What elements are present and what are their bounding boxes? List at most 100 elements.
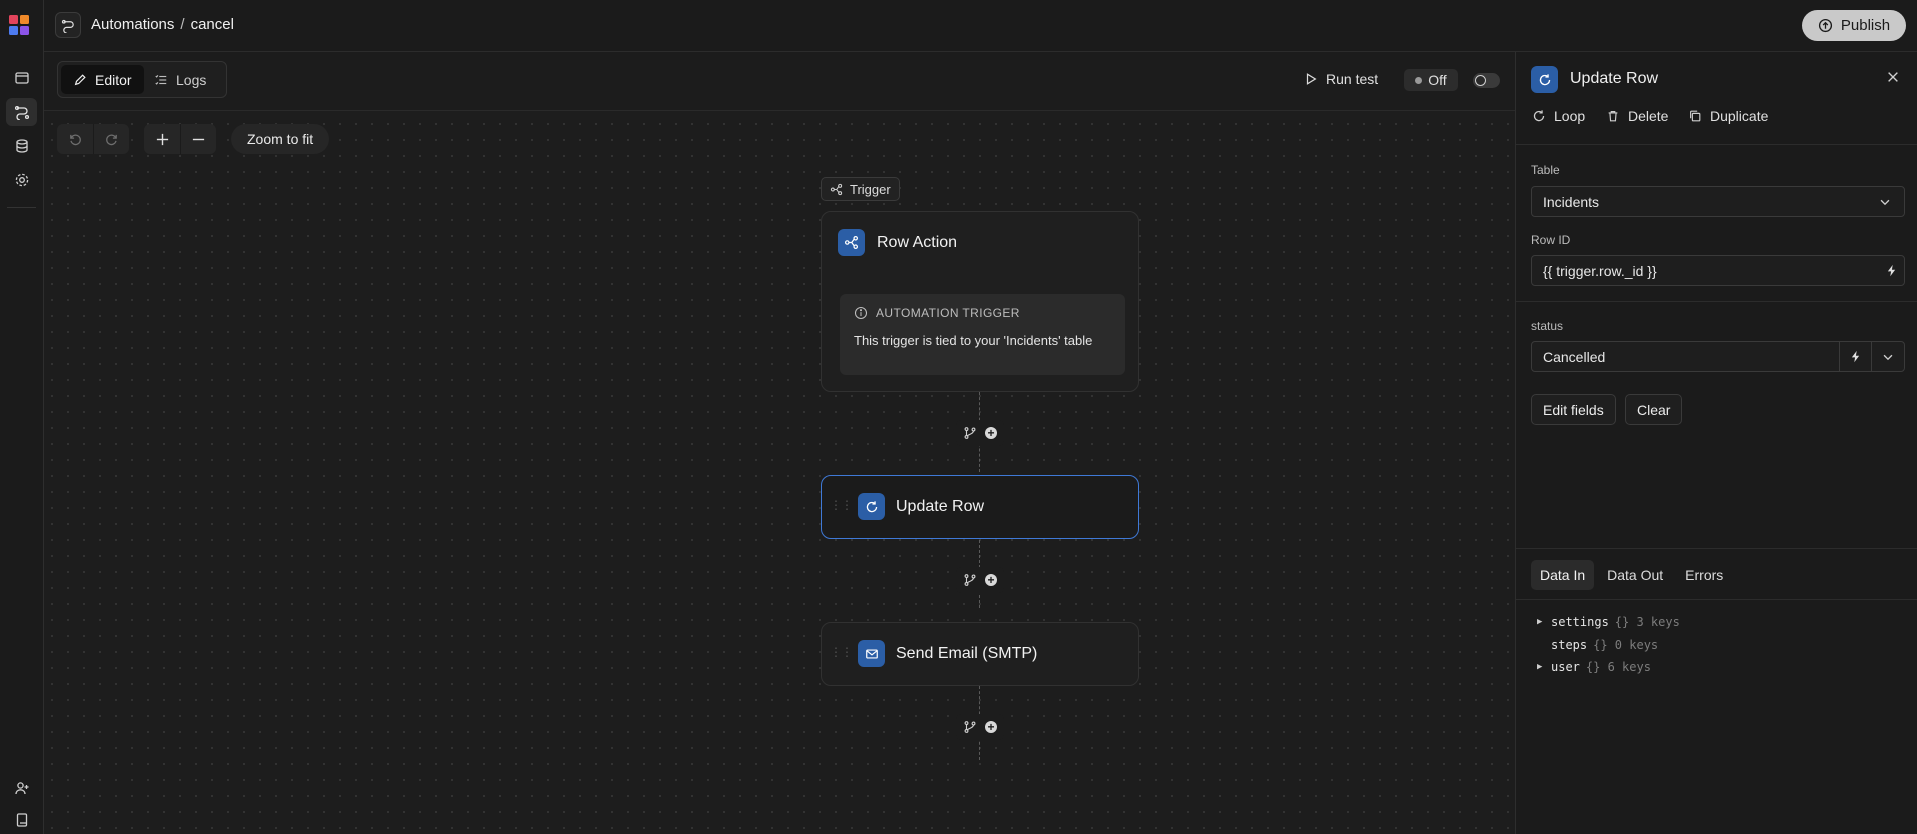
rail-data-button[interactable] bbox=[6, 132, 37, 160]
status-dot bbox=[1415, 76, 1423, 84]
delete-label: Delete bbox=[1628, 108, 1669, 124]
minus-icon bbox=[191, 132, 206, 147]
delete-button[interactable]: Delete bbox=[1606, 108, 1668, 124]
tab-logs-label: Logs bbox=[176, 71, 207, 88]
mail-icon bbox=[858, 640, 885, 667]
redo-icon bbox=[104, 132, 119, 147]
status-field-label: status bbox=[1531, 319, 1564, 333]
rail-docs-button[interactable] bbox=[6, 806, 37, 834]
loop-label: Loop bbox=[1554, 108, 1586, 124]
breadcrumb: Automations / cancel bbox=[91, 16, 234, 33]
chevron-down-icon bbox=[1878, 187, 1892, 216]
add-step-controls: + bbox=[956, 567, 1004, 593]
branch-add-icon[interactable] bbox=[963, 720, 977, 734]
trigger-info-heading-label: AUTOMATION TRIGGER bbox=[876, 306, 1020, 320]
panel-divider bbox=[1516, 548, 1917, 549]
publish-button[interactable]: Publish bbox=[1802, 10, 1906, 41]
undo-button[interactable] bbox=[57, 124, 93, 154]
drag-handle-icon[interactable]: ⋮⋮ bbox=[830, 645, 853, 659]
chevron-down-icon[interactable] bbox=[1871, 342, 1904, 371]
loop-icon bbox=[1532, 109, 1546, 123]
tree-node-settings[interactable]: ▶ settings {} 3 keys bbox=[1537, 615, 1680, 629]
plus-icon bbox=[155, 132, 170, 147]
tree-meta: {} 0 keys bbox=[1593, 638, 1659, 652]
run-test-label: Run test bbox=[1326, 71, 1379, 87]
tab-logs[interactable]: Logs bbox=[142, 65, 218, 94]
left-rail bbox=[0, 0, 44, 834]
trigger-badge-label: Trigger bbox=[850, 181, 891, 197]
step-settings-panel: Update Row Loop Delete Duplicate Table I… bbox=[1515, 52, 1917, 834]
add-step-controls: + bbox=[956, 714, 1004, 740]
tab-editor-label: Editor bbox=[95, 71, 132, 88]
tab-editor[interactable]: Editor bbox=[61, 65, 144, 94]
close-icon[interactable] bbox=[1886, 70, 1900, 84]
automations-icon bbox=[14, 104, 30, 120]
automation-trigger-info: AUTOMATION TRIGGER This trigger is tied … bbox=[840, 294, 1125, 375]
status-badge: Off bbox=[1404, 69, 1458, 91]
branch-add-icon[interactable] bbox=[963, 573, 977, 587]
duplicate-label: Duplicate bbox=[1710, 108, 1769, 124]
automation-canvas[interactable]: Editor Logs Run test Off Zoom to fit Tri… bbox=[44, 52, 1515, 834]
row-id-label: Row ID bbox=[1531, 233, 1571, 247]
binding-lightning-icon[interactable] bbox=[1839, 342, 1871, 371]
refresh-icon bbox=[858, 493, 885, 520]
panel-divider bbox=[1516, 301, 1917, 302]
duplicate-button[interactable]: Duplicate bbox=[1688, 108, 1768, 124]
row-id-input[interactable]: {{ trigger.row._id }} bbox=[1531, 255, 1905, 286]
publish-icon bbox=[1818, 18, 1833, 33]
run-test-button[interactable]: Run test bbox=[1304, 71, 1378, 87]
add-step-icon[interactable]: + bbox=[985, 574, 997, 586]
top-bar: Automations / cancel Publish bbox=[44, 0, 1917, 52]
zoom-to-fit-button[interactable]: Zoom to fit bbox=[231, 124, 330, 154]
automations-icon bbox=[61, 18, 76, 33]
clear-button[interactable]: Clear bbox=[1625, 394, 1683, 425]
add-step-icon[interactable]: + bbox=[985, 427, 997, 439]
update-row-node[interactable]: ⋮⋮ Update Row bbox=[821, 475, 1139, 539]
status-field-input[interactable]: Cancelled bbox=[1531, 341, 1905, 372]
tab-data-out[interactable]: Data Out bbox=[1598, 560, 1672, 590]
branch-add-icon[interactable] bbox=[963, 426, 977, 440]
expand-triangle-icon[interactable]: ▶ bbox=[1537, 617, 1545, 627]
rail-apps-button[interactable] bbox=[6, 64, 37, 92]
row-action-node[interactable]: Row Action AUTOMATION TRIGGER This trigg… bbox=[821, 211, 1139, 392]
loop-button[interactable]: Loop bbox=[1532, 108, 1585, 124]
rail-add-user-button[interactable] bbox=[6, 774, 37, 802]
canvas-toolbar: Editor Logs Run test Off bbox=[44, 52, 1515, 111]
data-icon bbox=[14, 138, 30, 154]
rail-automations-button[interactable] bbox=[6, 98, 37, 126]
trigger-info-heading: AUTOMATION TRIGGER bbox=[854, 306, 1020, 320]
tab-errors[interactable]: Errors bbox=[1676, 560, 1732, 590]
budibase-logo[interactable] bbox=[8, 14, 30, 36]
tree-node-user[interactable]: ▶ user {} 6 keys bbox=[1537, 660, 1651, 674]
automation-toggle[interactable] bbox=[1473, 73, 1500, 88]
panel-divider bbox=[1516, 144, 1917, 145]
row-action-title: Row Action bbox=[877, 234, 958, 251]
undo-icon bbox=[68, 132, 83, 147]
update-row-title: Update Row bbox=[896, 498, 985, 515]
rail-settings-button[interactable] bbox=[6, 166, 37, 194]
automation-breadcrumb-button[interactable] bbox=[55, 12, 81, 38]
docs-icon bbox=[14, 812, 30, 828]
edit-fields-button[interactable]: Edit fields bbox=[1531, 394, 1616, 425]
add-step-icon[interactable]: + bbox=[985, 721, 997, 733]
tab-data-in[interactable]: Data In bbox=[1531, 560, 1595, 590]
redo-button[interactable] bbox=[93, 124, 129, 154]
binding-lightning-icon[interactable] bbox=[1885, 256, 1898, 285]
rail-divider bbox=[7, 207, 36, 208]
tree-key: steps bbox=[1551, 638, 1588, 652]
trash-icon bbox=[1606, 109, 1620, 123]
send-email-node[interactable]: ⋮⋮ Send Email (SMTP) bbox=[821, 622, 1139, 686]
drag-handle-icon[interactable]: ⋮⋮ bbox=[830, 498, 853, 512]
row-id-value: {{ trigger.row._id }} bbox=[1543, 262, 1657, 279]
add-step-controls: + bbox=[956, 420, 1004, 446]
breadcrumb-root[interactable]: Automations bbox=[91, 16, 174, 33]
table-select[interactable]: Incidents bbox=[1531, 186, 1905, 217]
play-icon bbox=[1304, 72, 1318, 86]
tree-node-steps[interactable]: steps {} 0 keys bbox=[1537, 638, 1658, 652]
zoom-in-button[interactable] bbox=[144, 124, 180, 154]
add-user-icon bbox=[14, 780, 30, 796]
expand-triangle-icon[interactable]: ▶ bbox=[1537, 662, 1545, 672]
status-field-value: Cancelled bbox=[1543, 348, 1606, 365]
publish-label: Publish bbox=[1840, 17, 1891, 34]
zoom-out-button[interactable] bbox=[180, 124, 216, 154]
